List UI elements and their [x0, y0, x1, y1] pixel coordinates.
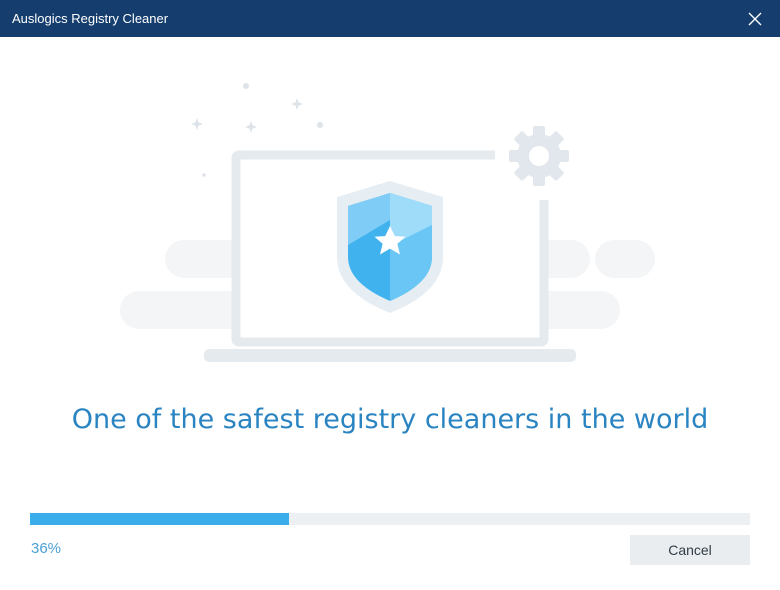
- title-bar: Auslogics Registry Cleaner: [0, 0, 780, 37]
- laptop-shield-illustration: [120, 83, 655, 362]
- cancel-button[interactable]: Cancel: [630, 535, 750, 565]
- close-icon: [748, 12, 762, 26]
- gear-icon: [509, 126, 569, 186]
- close-button[interactable]: [740, 5, 770, 33]
- progress-percent: 36%: [31, 540, 62, 557]
- window-title: Auslogics Registry Cleaner: [12, 11, 169, 26]
- progress-bar: [30, 513, 750, 525]
- headline-text: One of the safest registry cleaners in t…: [71, 404, 709, 435]
- progress-bar-fill: [30, 513, 290, 525]
